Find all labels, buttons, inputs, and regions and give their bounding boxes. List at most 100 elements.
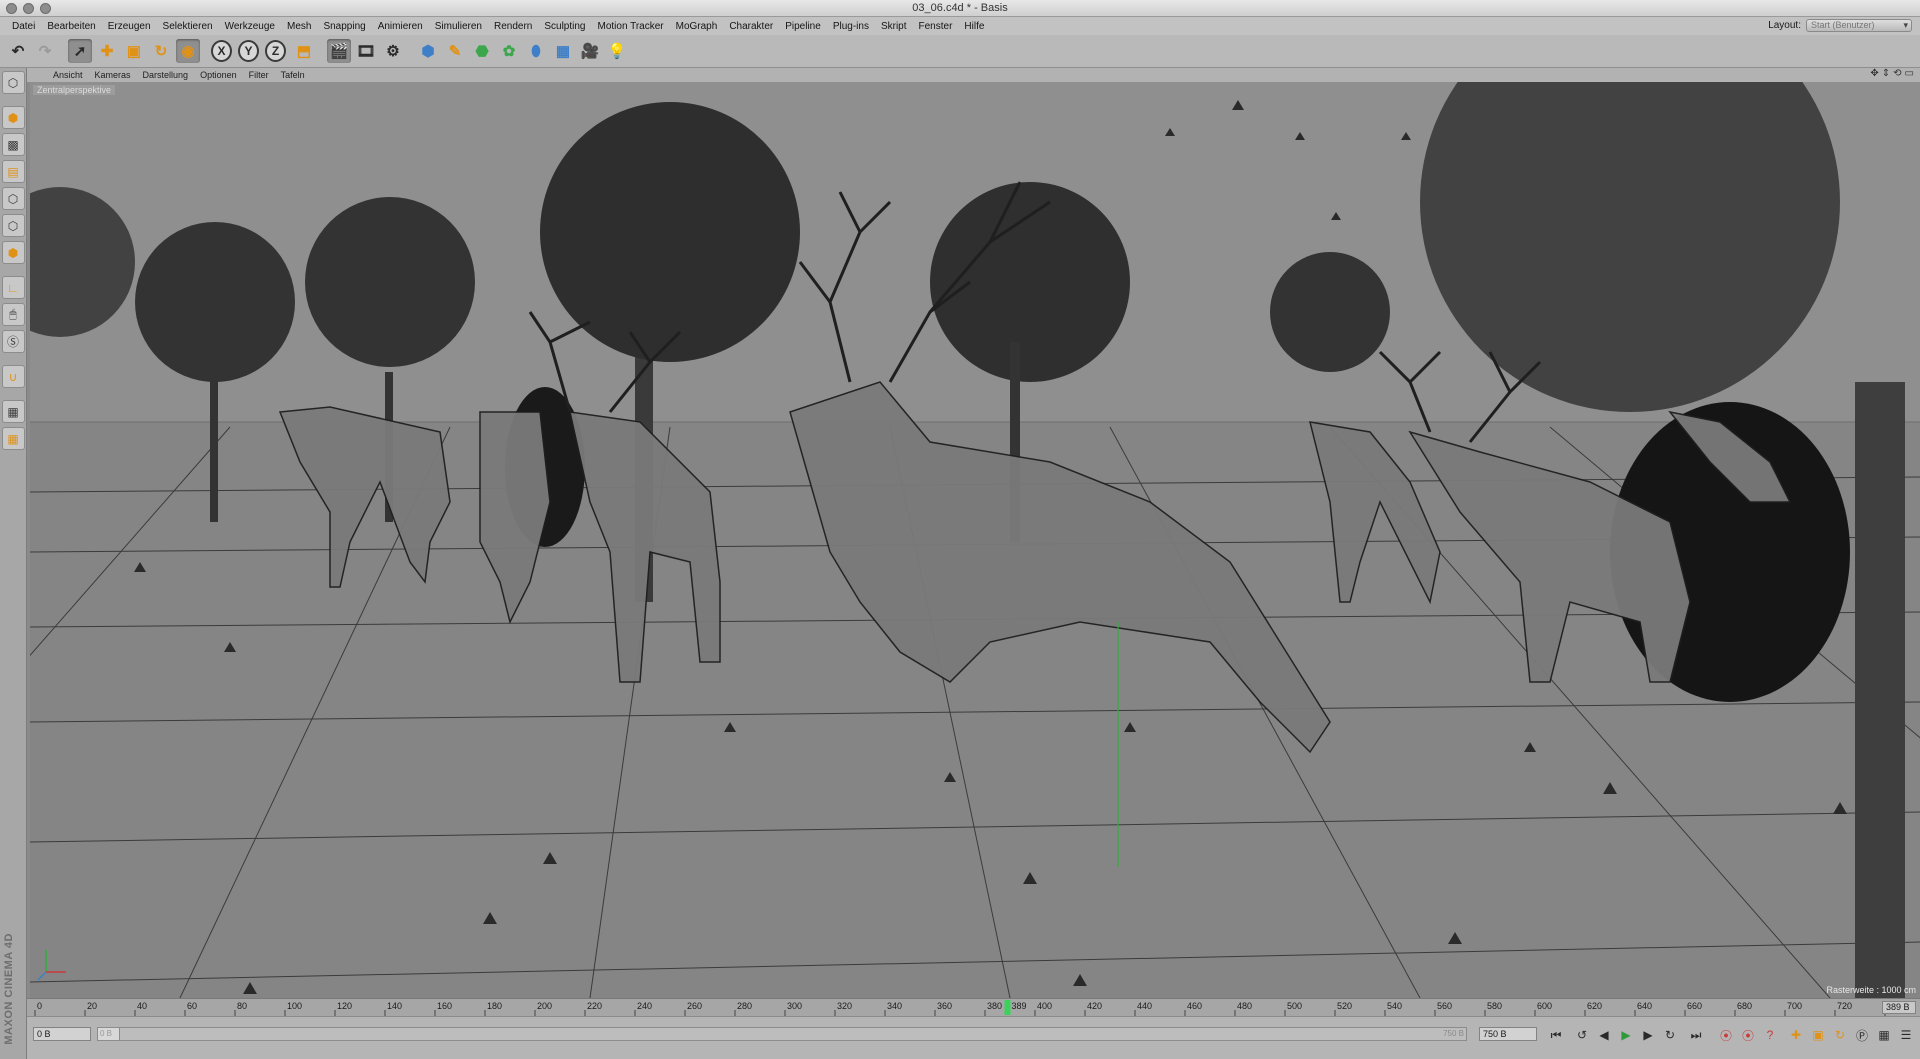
close-window-button[interactable] (6, 3, 17, 14)
menu-werkzeuge[interactable]: Werkzeuge (219, 21, 281, 32)
render-view-icon[interactable]: 🎬 (327, 39, 351, 63)
menu-rendern[interactable]: Rendern (488, 21, 538, 32)
go-to-start-icon[interactable]: ⏮ (1547, 1026, 1565, 1044)
viewport-3d[interactable]: Zentralperspektive Rasterweite : 1000 cm (30, 82, 1920, 998)
pan-view-icon[interactable]: ✥ (1870, 68, 1878, 79)
window-controls[interactable] (6, 3, 51, 14)
menu-motion-tracker[interactable]: Motion Tracker (591, 21, 669, 32)
rotate-tool-icon[interactable]: ↻ (149, 39, 173, 63)
redo-icon[interactable]: ↷ (33, 39, 57, 63)
render-settings-icon[interactable]: ⚙ (381, 39, 405, 63)
menu-snapping[interactable]: Snapping (317, 21, 371, 32)
x-axis-lock-icon[interactable]: X (211, 39, 235, 63)
tweak-mode-icon[interactable]: 🖱 (1, 303, 25, 326)
current-frame-field[interactable]: 389 B (1882, 1001, 1916, 1014)
record-position-icon[interactable]: ✚ (1787, 1026, 1805, 1044)
next-frame-icon[interactable]: ▶ (1639, 1026, 1657, 1044)
y-axis-lock-icon[interactable]: Y (238, 39, 262, 63)
menu-charakter[interactable]: Charakter (723, 21, 779, 32)
magnet-tool-icon[interactable]: ∪ (1, 365, 25, 388)
polygons-mode-icon[interactable]: ⬢ (1, 241, 25, 264)
menu-sculpting[interactable]: Sculpting (538, 21, 591, 32)
autokeying-icon[interactable]: ⦿ (1739, 1026, 1757, 1044)
viewport-menu-darstellung[interactable]: Darstellung (137, 70, 195, 80)
planar-workplane-icon[interactable]: ▦ (1, 427, 25, 450)
live-selection-icon[interactable]: ➚ (68, 39, 92, 63)
menu-hilfe[interactable]: Hilfe (958, 21, 990, 32)
keyframe-selection-icon[interactable]: ? (1761, 1026, 1779, 1044)
workplane-mode-icon[interactable]: ▤ (1, 160, 25, 183)
viewport-menu-optionen[interactable]: Optionen (194, 70, 243, 80)
timeline-tick-label: 120 (337, 1001, 352, 1011)
zoom-window-button[interactable] (40, 3, 51, 14)
previous-key-icon[interactable]: ↺ (1573, 1026, 1591, 1044)
menu-simulieren[interactable]: Simulieren (429, 21, 488, 32)
record-point-level-icon[interactable]: ▦ (1875, 1026, 1893, 1044)
menu-bearbeiten[interactable]: Bearbeiten (41, 21, 101, 32)
light-icon[interactable]: 💡 (605, 39, 629, 63)
previous-frame-icon[interactable]: ◀ (1595, 1026, 1613, 1044)
menu-erzeugen[interactable]: Erzeugen (102, 21, 157, 32)
timeline-tick-label: 440 (1137, 1001, 1152, 1011)
menu-animieren[interactable]: Animieren (372, 21, 429, 32)
edges-mode-icon[interactable]: ⬡ (1, 214, 25, 237)
viewport-menu-ansicht[interactable]: Ansicht (47, 70, 89, 80)
play-forward-icon[interactable]: ▶ (1617, 1026, 1635, 1044)
timeline-tick-label: 640 (1637, 1001, 1652, 1011)
z-axis-lock-icon[interactable]: Z (265, 39, 289, 63)
last-tool-icon[interactable]: ◉ (176, 39, 200, 63)
menu-plug-ins[interactable]: Plug-ins (827, 21, 875, 32)
move-tool-icon[interactable]: ✚ (95, 39, 119, 63)
rotate-view-icon[interactable]: ⟲ (1893, 68, 1901, 79)
timeline-tick-label: 500 (1287, 1001, 1302, 1011)
model-mode-icon[interactable]: ⬢ (1, 106, 25, 129)
viewport-menu: Ansicht Kameras Darstellung Optionen Fil… (27, 68, 1920, 82)
next-key-icon[interactable]: ↻ (1661, 1026, 1679, 1044)
texture-mode-icon[interactable]: ▩ (1, 133, 25, 156)
current-frame-marker[interactable] (1004, 1000, 1011, 1015)
menu-selektieren[interactable]: Selektieren (157, 21, 219, 32)
viewport-menu-filter[interactable]: Filter (243, 70, 275, 80)
subdivision-surface-icon[interactable]: ⬣ (470, 39, 494, 63)
floor-object-icon[interactable]: ▦ (551, 39, 575, 63)
cube-primitive-icon[interactable]: ⬢ (416, 39, 440, 63)
menu-mesh[interactable]: Mesh (281, 21, 317, 32)
viewport-menu-kameras[interactable]: Kameras (89, 70, 137, 80)
layout-dropdown[interactable]: Start (Benutzer) (1806, 19, 1912, 32)
record-rotation-icon[interactable]: ↻ (1831, 1026, 1849, 1044)
workplane-lock-icon[interactable]: ▦ (1, 400, 25, 423)
viewport-menu-tafeln[interactable]: Tafeln (275, 70, 311, 80)
menu-fenster[interactable]: Fenster (913, 21, 959, 32)
array-mograph-icon[interactable]: ✿ (497, 39, 521, 63)
max-time-field[interactable]: 750 B (1479, 1027, 1537, 1041)
timeline-tick-label: 720 (1837, 1001, 1852, 1011)
go-to-end-icon[interactable]: ⏭ (1687, 1026, 1705, 1044)
menu-skript[interactable]: Skript (875, 21, 913, 32)
scale-tool-icon[interactable]: ▣ (122, 39, 146, 63)
min-time-field[interactable]: 0 B (33, 1027, 91, 1041)
record-active-objects-icon[interactable]: ⦿ (1717, 1026, 1735, 1044)
snapping-icon[interactable]: Ⓢ (1, 330, 25, 353)
coordinate-system-icon[interactable]: ⬒ (292, 39, 316, 63)
minimize-window-button[interactable] (23, 3, 34, 14)
render-picture-viewer-icon[interactable]: 🎞 (354, 39, 378, 63)
record-scale-icon[interactable]: ▣ (1809, 1026, 1827, 1044)
camera-icon[interactable]: 🎥 (578, 39, 602, 63)
menu-pipeline[interactable]: Pipeline (779, 21, 827, 32)
menu-datei[interactable]: Datei (6, 21, 41, 32)
menu-mograph[interactable]: MoGraph (670, 21, 724, 32)
toggle-view-icon[interactable]: ▭ (1905, 68, 1914, 79)
spline-pen-icon[interactable]: ✎ (443, 39, 467, 63)
timeline-tick-label: 320 (837, 1001, 852, 1011)
record-parameter-icon[interactable]: Ⓟ (1853, 1026, 1871, 1044)
deformer-icon[interactable]: ⬮ (524, 39, 548, 63)
undo-icon[interactable]: ↶ (6, 39, 30, 63)
timeline-menu-icon[interactable]: ☰ (1897, 1026, 1915, 1044)
range-start-handle[interactable]: 0 B (98, 1028, 120, 1040)
points-mode-icon[interactable]: ⬡ (1, 187, 25, 210)
axis-mode-icon[interactable]: ∟ (1, 276, 25, 299)
preview-range-slider[interactable]: 0 B 750 B (97, 1027, 1467, 1041)
zoom-view-icon[interactable]: ⇕ (1882, 68, 1890, 79)
timeline-ruler[interactable]: 0 20 40 60 80 100 120 140 160 180 200 220 240 260 280 3… (27, 998, 1920, 1016)
make-editable-icon[interactable]: ⬡ (1, 71, 25, 94)
